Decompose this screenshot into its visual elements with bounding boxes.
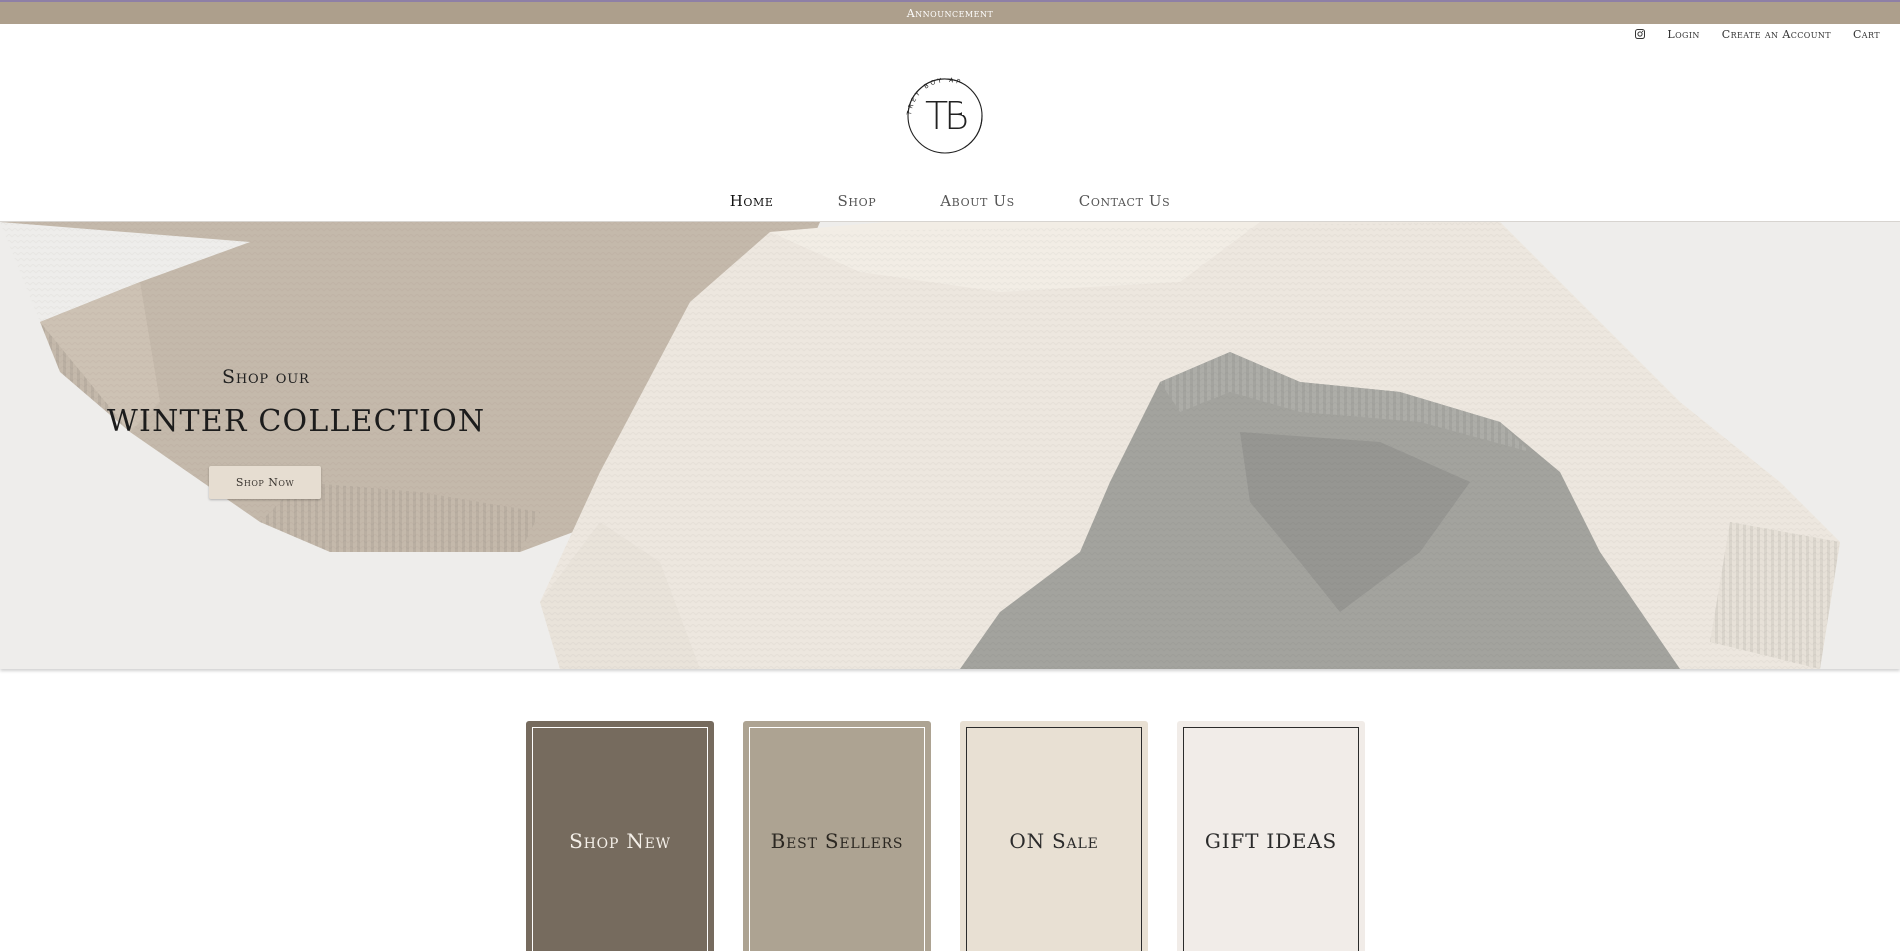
category-label: Best Sellers xyxy=(749,727,925,951)
hero-kicker: Shop our xyxy=(222,366,310,388)
nav-home[interactable]: Home xyxy=(698,192,806,214)
category-tile-on-sale[interactable]: ON Sale xyxy=(960,721,1148,951)
category-tile-shop-new[interactable]: Shop New xyxy=(526,721,714,951)
announcement-text: Announcement xyxy=(906,6,994,20)
hero-banner: Shop our WINTER COLLECTION Shop Now xyxy=(0,222,1900,669)
category-label: Shop New xyxy=(532,727,708,951)
category-tiles: Shop New Best Sellers ON Sale GIFT IDEAS xyxy=(526,721,1365,951)
nav-shop[interactable]: Shop xyxy=(806,192,909,214)
logo-monogram: TB xyxy=(925,94,967,138)
main-nav: Home Shop About Us Contact Us xyxy=(0,192,1900,214)
cart-link[interactable]: Cart xyxy=(1853,28,1880,41)
category-label: ON Sale xyxy=(966,727,1142,951)
category-label: GIFT IDEAS xyxy=(1183,727,1359,951)
create-account-link[interactable]: Create an Account xyxy=(1722,28,1831,41)
login-link[interactable]: Login xyxy=(1667,28,1699,41)
hero-title: WINTER COLLECTION xyxy=(107,404,486,439)
category-tile-gift-ideas[interactable]: GIFT IDEAS xyxy=(1177,721,1365,951)
nav-contact-us[interactable]: Contact Us xyxy=(1047,192,1203,214)
category-tile-best-sellers[interactable]: Best Sellers xyxy=(743,721,931,951)
shop-now-button[interactable]: Shop Now xyxy=(209,466,321,499)
hero-sweaters-image xyxy=(0,222,1900,669)
nav-about-us[interactable]: About Us xyxy=(908,192,1047,214)
brand-logo[interactable]: TB TREY BOY APPAREL xyxy=(900,70,1002,163)
announcement-bar: Announcement xyxy=(0,0,1900,24)
instagram-icon[interactable] xyxy=(1635,29,1646,39)
utility-nav: Login Create an Account Cart xyxy=(1635,26,1880,42)
